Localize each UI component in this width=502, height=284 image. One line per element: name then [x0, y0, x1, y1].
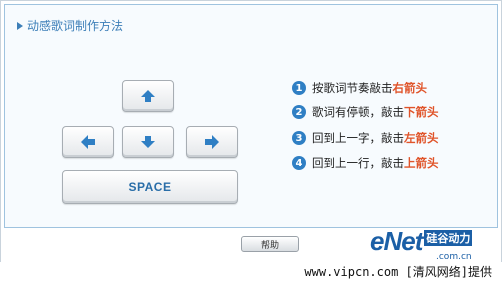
- arrow-left-key[interactable]: [62, 126, 114, 158]
- footer-bar: www.vipcn.com [清风网络]提供: [0, 262, 502, 284]
- step-number-badge: 2: [292, 105, 306, 119]
- arrow-down-icon: [141, 136, 155, 148]
- enet-logo-text: eNet: [370, 226, 423, 256]
- instruction-text: 回到上一行，敲击: [312, 156, 404, 170]
- instruction-highlight: 上箭头: [404, 156, 439, 170]
- step-number-badge: 1: [292, 81, 306, 95]
- arrow-up-icon: [141, 90, 155, 102]
- instruction-highlight: 下箭头: [404, 105, 439, 119]
- help-button[interactable]: 帮助: [241, 236, 299, 252]
- panel-title: 动感歌词制作方法: [17, 17, 123, 34]
- instruction-highlight: 右箭头: [392, 81, 428, 95]
- space-key[interactable]: SPACE: [62, 170, 238, 204]
- enet-watermark-logo: eNet 硅谷动力 .com.cn: [370, 226, 473, 262]
- instruction-text: 按歌词节奏敲击: [312, 81, 393, 95]
- triangle-bullet-icon: [17, 21, 23, 30]
- step-number-badge: 4: [292, 156, 306, 170]
- arrow-right-key[interactable]: [186, 126, 238, 158]
- footer-credit: www.vipcn.com [清风网络]提供: [304, 265, 492, 279]
- instruction-text: 歌词有停顿，敲击: [312, 105, 404, 119]
- instruction-highlight: 左箭头: [404, 131, 439, 145]
- arrow-left-icon: [81, 135, 95, 149]
- space-key-label: SPACE: [128, 180, 172, 194]
- instruction-item: 1 按歌词节奏敲击 右箭头: [292, 80, 427, 96]
- arrow-right-icon: [205, 135, 219, 149]
- instruction-item: 2 歌词有停顿，敲击 下箭头: [292, 104, 439, 120]
- enet-logo-domain: .com.cn: [436, 252, 472, 262]
- instruction-item: 4 回到上一行，敲击 上箭头: [292, 155, 439, 171]
- enet-logo-cn: 硅谷动力: [424, 230, 473, 246]
- step-number-badge: 3: [292, 131, 306, 145]
- arrow-down-key[interactable]: [122, 126, 174, 158]
- instruction-text: 回到上一字，敲击: [312, 131, 404, 145]
- panel-title-text: 动感歌词制作方法: [27, 19, 124, 33]
- help-button-label: 帮助: [260, 240, 279, 251]
- arrow-up-key[interactable]: [122, 80, 174, 112]
- instruction-item: 3 回到上一字，敲击 左箭头: [292, 130, 439, 146]
